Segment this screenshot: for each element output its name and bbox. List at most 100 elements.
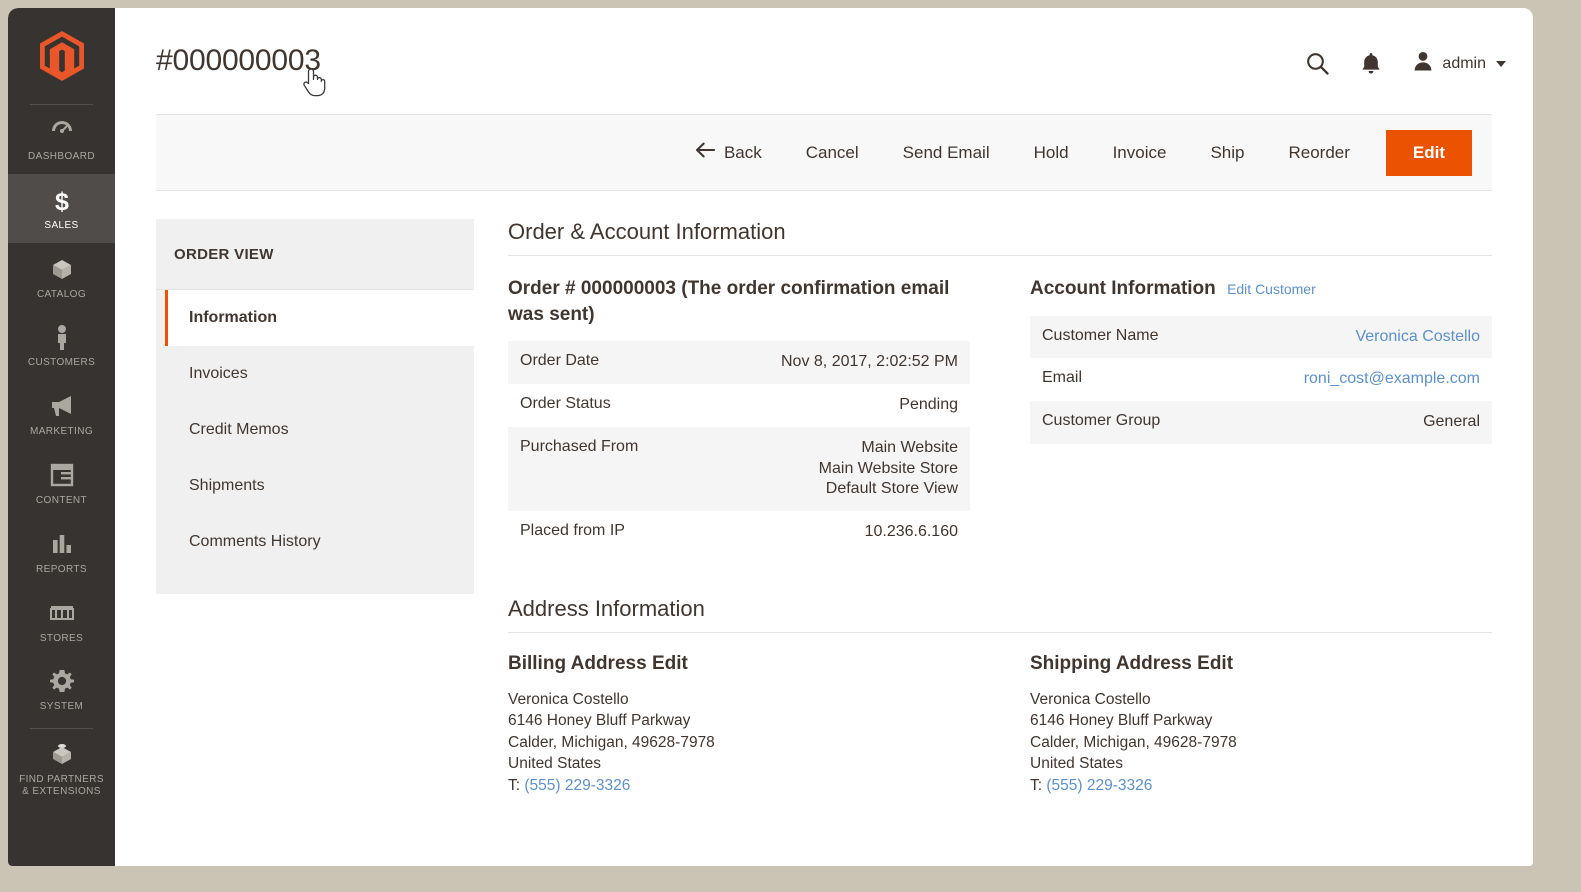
order-information-table: Order Date Nov 8, 2017, 2:02:52 PM Order… [508,341,970,554]
customer-group-label: Customer Group [1042,412,1161,430]
order-view-item-shipments[interactable]: Shipments [165,458,474,514]
edit-button[interactable]: Edit [1385,129,1472,176]
table-row: Customer Group General [1030,401,1492,445]
sidebar-item-label: CONTENT [35,494,88,506]
order-view-panel: ORDER VIEW Information Invoices Credit M… [156,219,474,594]
edit-shipping-address-link[interactable]: Edit [1197,653,1233,674]
admin-page: DASHBOARD $ SALES CATALOG CUSTOMERS MARK… [8,8,1533,866]
invoice-button[interactable]: Invoice [1091,133,1189,173]
sidebar-item-label: STORES [39,632,84,644]
placed-from-ip-value: 10.236.6.160 [864,523,958,541]
box-icon [12,256,111,286]
order-detail-body: Order & Account Information Order # 0000… [474,219,1492,796]
sidebar-item-dashboard[interactable]: DASHBOARD [8,105,115,174]
sidebar-item-label: REPORTS [36,563,87,575]
table-row: Email roni_cost@example.com [1030,358,1492,401]
billing-phone-prefix: T: [508,776,521,794]
layout-panel-icon [12,462,111,492]
billing-country: United States [508,755,602,773]
order-view-item-information[interactable]: Information [165,290,474,346]
edit-billing-address-link[interactable]: Edit [652,653,688,674]
sidebar-item-sales[interactable]: $ SALES [8,173,115,243]
send-email-button[interactable]: Send Email [881,133,1012,173]
sidebar-item-catalog[interactable]: CATALOG [8,243,115,312]
ship-button[interactable]: Ship [1188,133,1266,173]
sidebar-item-system[interactable]: SYSTEM [8,655,115,724]
purchased-from-website: Main Website [861,438,958,456]
reorder-button[interactable]: Reorder [1266,133,1371,173]
sidebar-item-find-partners-extensions[interactable]: FIND PARTNERS & EXTENSIONS [8,729,115,809]
sidebar-item-label-line2: & EXTENSIONS [22,785,101,797]
user-avatar-icon [1412,50,1434,77]
purchased-from-value: Main Website Main Website Store Default … [699,427,970,511]
order-view-item-comments-history[interactable]: Comments History [165,514,474,570]
page-actions-toolbar: Back Cancel Send Email Hold Invoice Ship… [156,114,1492,191]
shipping-address-heading: Shipping Address [1030,653,1192,675]
sidebar-item-label: SALES [44,219,79,231]
order-date-value: Nov 8, 2017, 2:02:52 PM [781,353,958,371]
order-information-column: Order # 000000003 (The order confirmatio… [508,276,970,554]
customer-group-value: General [1423,413,1480,431]
gear-icon [12,668,111,698]
order-view-item-credit-memos[interactable]: Credit Memos [165,402,474,458]
hold-button[interactable]: Hold [1012,133,1091,173]
sidebar-item-label: MARKETING [29,426,94,438]
page-header: #000000003 admin [115,8,1533,114]
address-columns: Billing Address Edit Veronica Costello 6… [508,653,1492,796]
customer-name-value[interactable]: Veronica Costello [1355,328,1480,345]
user-name-label: admin [1442,54,1486,72]
sidebar-item-content[interactable]: CONTENT [8,449,115,518]
sidebar-item-stores[interactable]: STORES [8,587,115,656]
placed-from-ip-label: Placed from IP [520,522,625,540]
sidebar-item-label-line1: FIND PARTNERS [19,774,104,786]
purchased-from-label: Purchased From [520,437,639,455]
megaphone-icon [12,393,111,423]
billing-address-title-row: Billing Address Edit [508,653,970,675]
sidebar-item-marketing[interactable]: MARKETING [8,380,115,449]
magento-logo-icon[interactable] [8,8,115,104]
order-account-columns: Order # 000000003 (The order confirmatio… [508,276,1492,554]
browser-viewport: DASHBOARD $ SALES CATALOG CUSTOMERS MARK… [0,0,1581,892]
storefront-icon [12,600,111,630]
sidebar-item-reports[interactable]: REPORTS [8,518,115,587]
user-menu[interactable]: admin [1412,50,1506,77]
table-row: Placed from IP 10.236.6.160 [508,511,970,554]
purchased-from-store: Main Website Store [818,459,958,477]
sidebar-item-customers[interactable]: CUSTOMERS [8,311,115,380]
back-button-label: Back [723,142,762,162]
shipping-city-region-zip: Calder, Michigan, 49628-7978 [1030,733,1237,751]
bell-icon[interactable] [1360,51,1382,76]
edit-customer-link[interactable]: Edit Customer [1227,281,1316,297]
customer-email-value[interactable]: roni_cost@example.com [1304,370,1480,387]
order-block-title: Order # 000000003 (The order confirmatio… [508,278,950,325]
cancel-button[interactable]: Cancel [784,133,881,173]
bar-chart-icon [12,531,111,561]
sidebar-item-label: DASHBOARD [28,151,95,162]
billing-city-region-zip: Calder, Michigan, 49628-7978 [508,733,715,751]
order-view-item-invoices[interactable]: Invoices [165,346,474,402]
shipping-phone[interactable]: (555) 229-3326 [1046,777,1152,794]
header-tools: admin [1305,50,1506,77]
table-row: Purchased From Main Website Main Website… [508,426,970,512]
order-date-label: Order Date [520,352,600,370]
account-block-title: Account Information Edit Customer [1030,276,1492,302]
table-row: Order Status Pending [508,384,970,427]
admin-sidebar: DASHBOARD $ SALES CATALOG CUSTOMERS MARK… [8,8,115,866]
page-title: #000000003 [156,44,321,77]
order-status-label: Order Status [520,395,611,413]
shipping-address-title-row: Shipping Address Edit [1030,653,1492,675]
sidebar-item-label: SYSTEM [39,701,84,713]
billing-address-column: Billing Address Edit Veronica Costello 6… [508,653,970,796]
back-button[interactable]: Back [673,132,784,173]
table-row: Order Date Nov 8, 2017, 2:02:52 PM [508,341,970,385]
billing-name: Veronica Costello [508,691,629,709]
billing-address-heading: Billing Address [508,653,647,675]
billing-phone[interactable]: (555) 229-3326 [524,777,630,794]
search-icon[interactable] [1305,51,1330,76]
extension-box-icon [12,741,111,771]
svg-text:$: $ [55,188,69,215]
billing-address-lines: Veronica Costello 6146 Honey Bluff Parkw… [508,689,970,796]
purchased-from-store-view: Default Store View [825,480,958,498]
customer-email-label: Email [1042,369,1083,387]
order-account-section-title: Order & Account Information [508,219,1492,256]
